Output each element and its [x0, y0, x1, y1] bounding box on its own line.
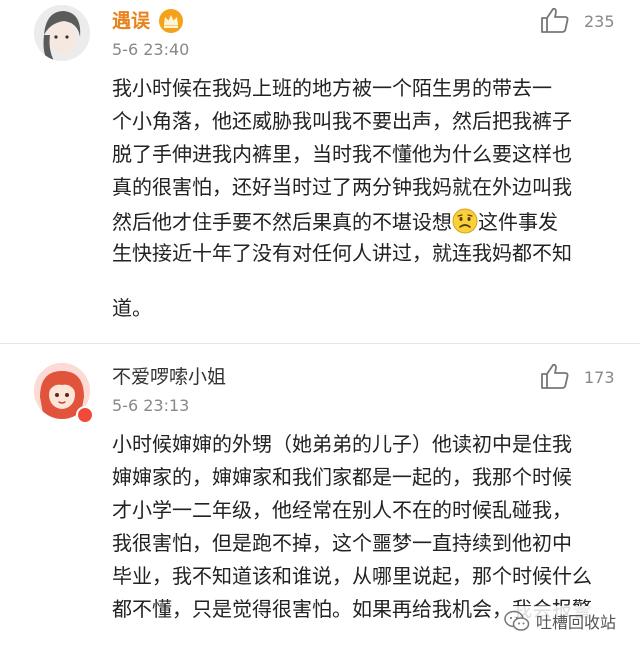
vip-crown-icon: [159, 9, 183, 33]
comment-text-segment: 然后他才住手要不然后果真的不堪设想: [112, 210, 452, 234]
comment-text-line: 然后他才住手要不然后果真的不堪设想 这件事发: [112, 208, 558, 234]
comment-text-line: 毕业，我不知道该和谁说，从哪里说起，那个时候什么: [112, 564, 592, 588]
comment-text-line: 我很害怕，但是跑不掉，这个噩梦一直持续到他初中: [112, 531, 572, 555]
username[interactable]: 不爱啰嗦小姐: [112, 366, 226, 388]
comment-text-line: 生快接近十年了没有对任何人讲过，就连我妈都不知: [112, 241, 572, 265]
comment-text-line: 道。: [112, 296, 152, 320]
like-count: 173: [584, 368, 615, 387]
comment-time: 5-6 23:40: [112, 40, 190, 59]
avatar[interactable]: [34, 5, 90, 61]
verified-badge-icon: [76, 406, 94, 424]
sad-face-emoji-icon: [452, 208, 478, 234]
comment-time: 5-6 23:13: [112, 396, 190, 415]
comment-item: 遇误 5-6 23:40 235 我小时候在我妈上班的地方被一个陌生男的带去一 …: [0, 0, 640, 344]
thumbs-up-icon[interactable]: [540, 6, 570, 34]
like-count: 235: [584, 12, 615, 31]
username[interactable]: 遇误: [112, 10, 150, 32]
comment-text-line: 小时候婶婶的外甥（她弟弟的儿子）他读初中是住我: [112, 432, 572, 456]
wechat-icon: [504, 610, 530, 631]
thumbs-up-icon[interactable]: [540, 362, 570, 390]
comment-text-line: 才小学一二年级，他经常在别人不在的时候乱碰我，: [112, 498, 572, 522]
comment-text-line: 婶婶家的，婶婶家和我们家都是一起的，我那个时候: [112, 465, 572, 489]
watermark-text: 吐槽回收站: [536, 613, 617, 632]
comment-text-line: 真的很害怕，还好当时过了两分钟我妈就在外边叫我: [112, 175, 572, 199]
comment-text-line: 我小时候在我妈上班的地方被一个陌生男的带去一: [112, 76, 552, 100]
comment-text-segment: 这件事发: [478, 210, 558, 234]
comment-text-line: 个小角落，他还威胁我叫我不要出声，然后把我裤子: [112, 109, 572, 133]
avatar-image: [34, 5, 90, 61]
comment-text-line: 脱了手伸进我内裤里，当时我不懂他为什么要这样也: [112, 142, 572, 166]
watermark: 吐槽回收站: [502, 606, 619, 636]
comment-divider: [0, 343, 640, 344]
